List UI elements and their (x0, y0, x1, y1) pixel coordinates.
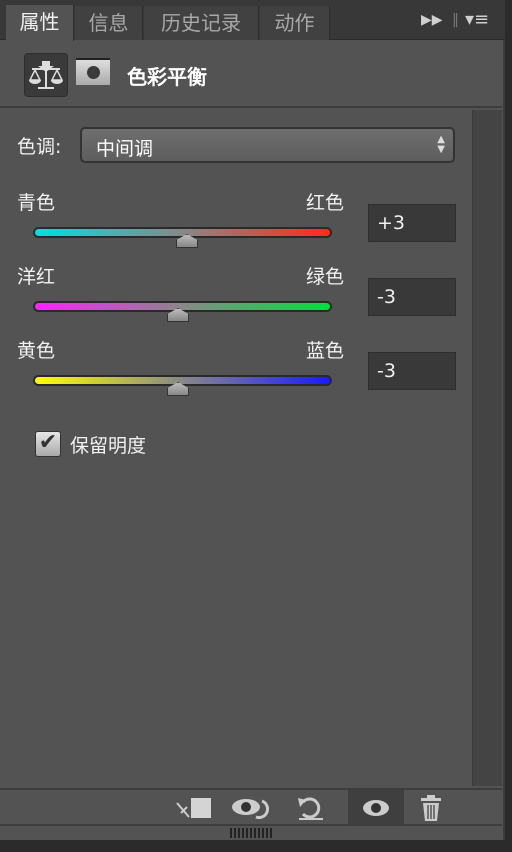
color-slider-track[interactable] (33, 375, 332, 386)
panel-header: 色彩平衡 (0, 41, 502, 108)
slider-value-input[interactable]: -3 (368, 278, 456, 316)
layer-mask-icon[interactable] (76, 58, 110, 85)
double-arrow-right-icon[interactable]: ▶▶ (421, 12, 443, 28)
scrollbar[interactable] (472, 110, 502, 786)
updown-arrows-icon: ▲ ▼ (437, 134, 445, 155)
tone-select[interactable]: 中间调 ▲ ▼ (80, 127, 455, 163)
adjustment-title: 色彩平衡 (127, 65, 207, 89)
tab-history[interactable]: 历史记录 (144, 6, 259, 40)
adjustment-controls: 色调: 中间调 ▲ ▼ 青色 红色 +3 洋红 绿色 -3 黄色 蓝色 -3 ✔ 保留… (0, 110, 472, 786)
panel-menu-icon[interactable]: ▾≡ (465, 9, 489, 30)
slider-left-label: 黄色 (17, 340, 56, 362)
tab-info[interactable]: 信息 (75, 6, 143, 40)
color-slider-track[interactable] (33, 227, 332, 238)
tone-select-value: 中间调 (96, 138, 154, 160)
properties-panel: 属性 信息 历史记录 动作 ▶▶ ‖ ▾≡ 色彩平衡 色调: 中间调 ▲ ▼ 青色… (0, 0, 505, 840)
slider-right-label: 红色 (306, 192, 345, 214)
clip-to-layer-icon[interactable] (168, 790, 218, 826)
visibility-eye-icon[interactable] (348, 790, 404, 826)
slider-left-label: 洋红 (17, 266, 56, 288)
color-slider-track[interactable] (33, 301, 332, 312)
balance-scale-icon[interactable] (24, 53, 68, 97)
tab-bar: 属性 信息 历史记录 动作 ▶▶ ‖ ▾≡ (0, 0, 505, 41)
reset-icon[interactable] (285, 790, 335, 826)
slider-right-label: 蓝色 (306, 340, 345, 362)
slider-value-input[interactable]: -3 (368, 352, 456, 390)
preserve-luminosity-checkbox[interactable]: ✔ (35, 431, 61, 457)
tone-label: 色调: (17, 136, 62, 158)
slider-left-label: 青色 (17, 192, 56, 214)
slider-value-input[interactable]: +3 (368, 204, 456, 242)
preserve-luminosity-label: 保留明度 (70, 435, 147, 457)
divider: ‖ (452, 12, 459, 28)
tab-actions[interactable]: 动作 (260, 6, 330, 40)
trash-icon[interactable] (406, 790, 456, 826)
slider-right-label: 绿色 (306, 266, 345, 288)
view-previous-state-icon[interactable] (225, 790, 275, 826)
resize-grip[interactable] (230, 828, 272, 838)
bottom-toolbar (0, 788, 502, 826)
tab-properties[interactable]: 属性 (6, 5, 74, 41)
